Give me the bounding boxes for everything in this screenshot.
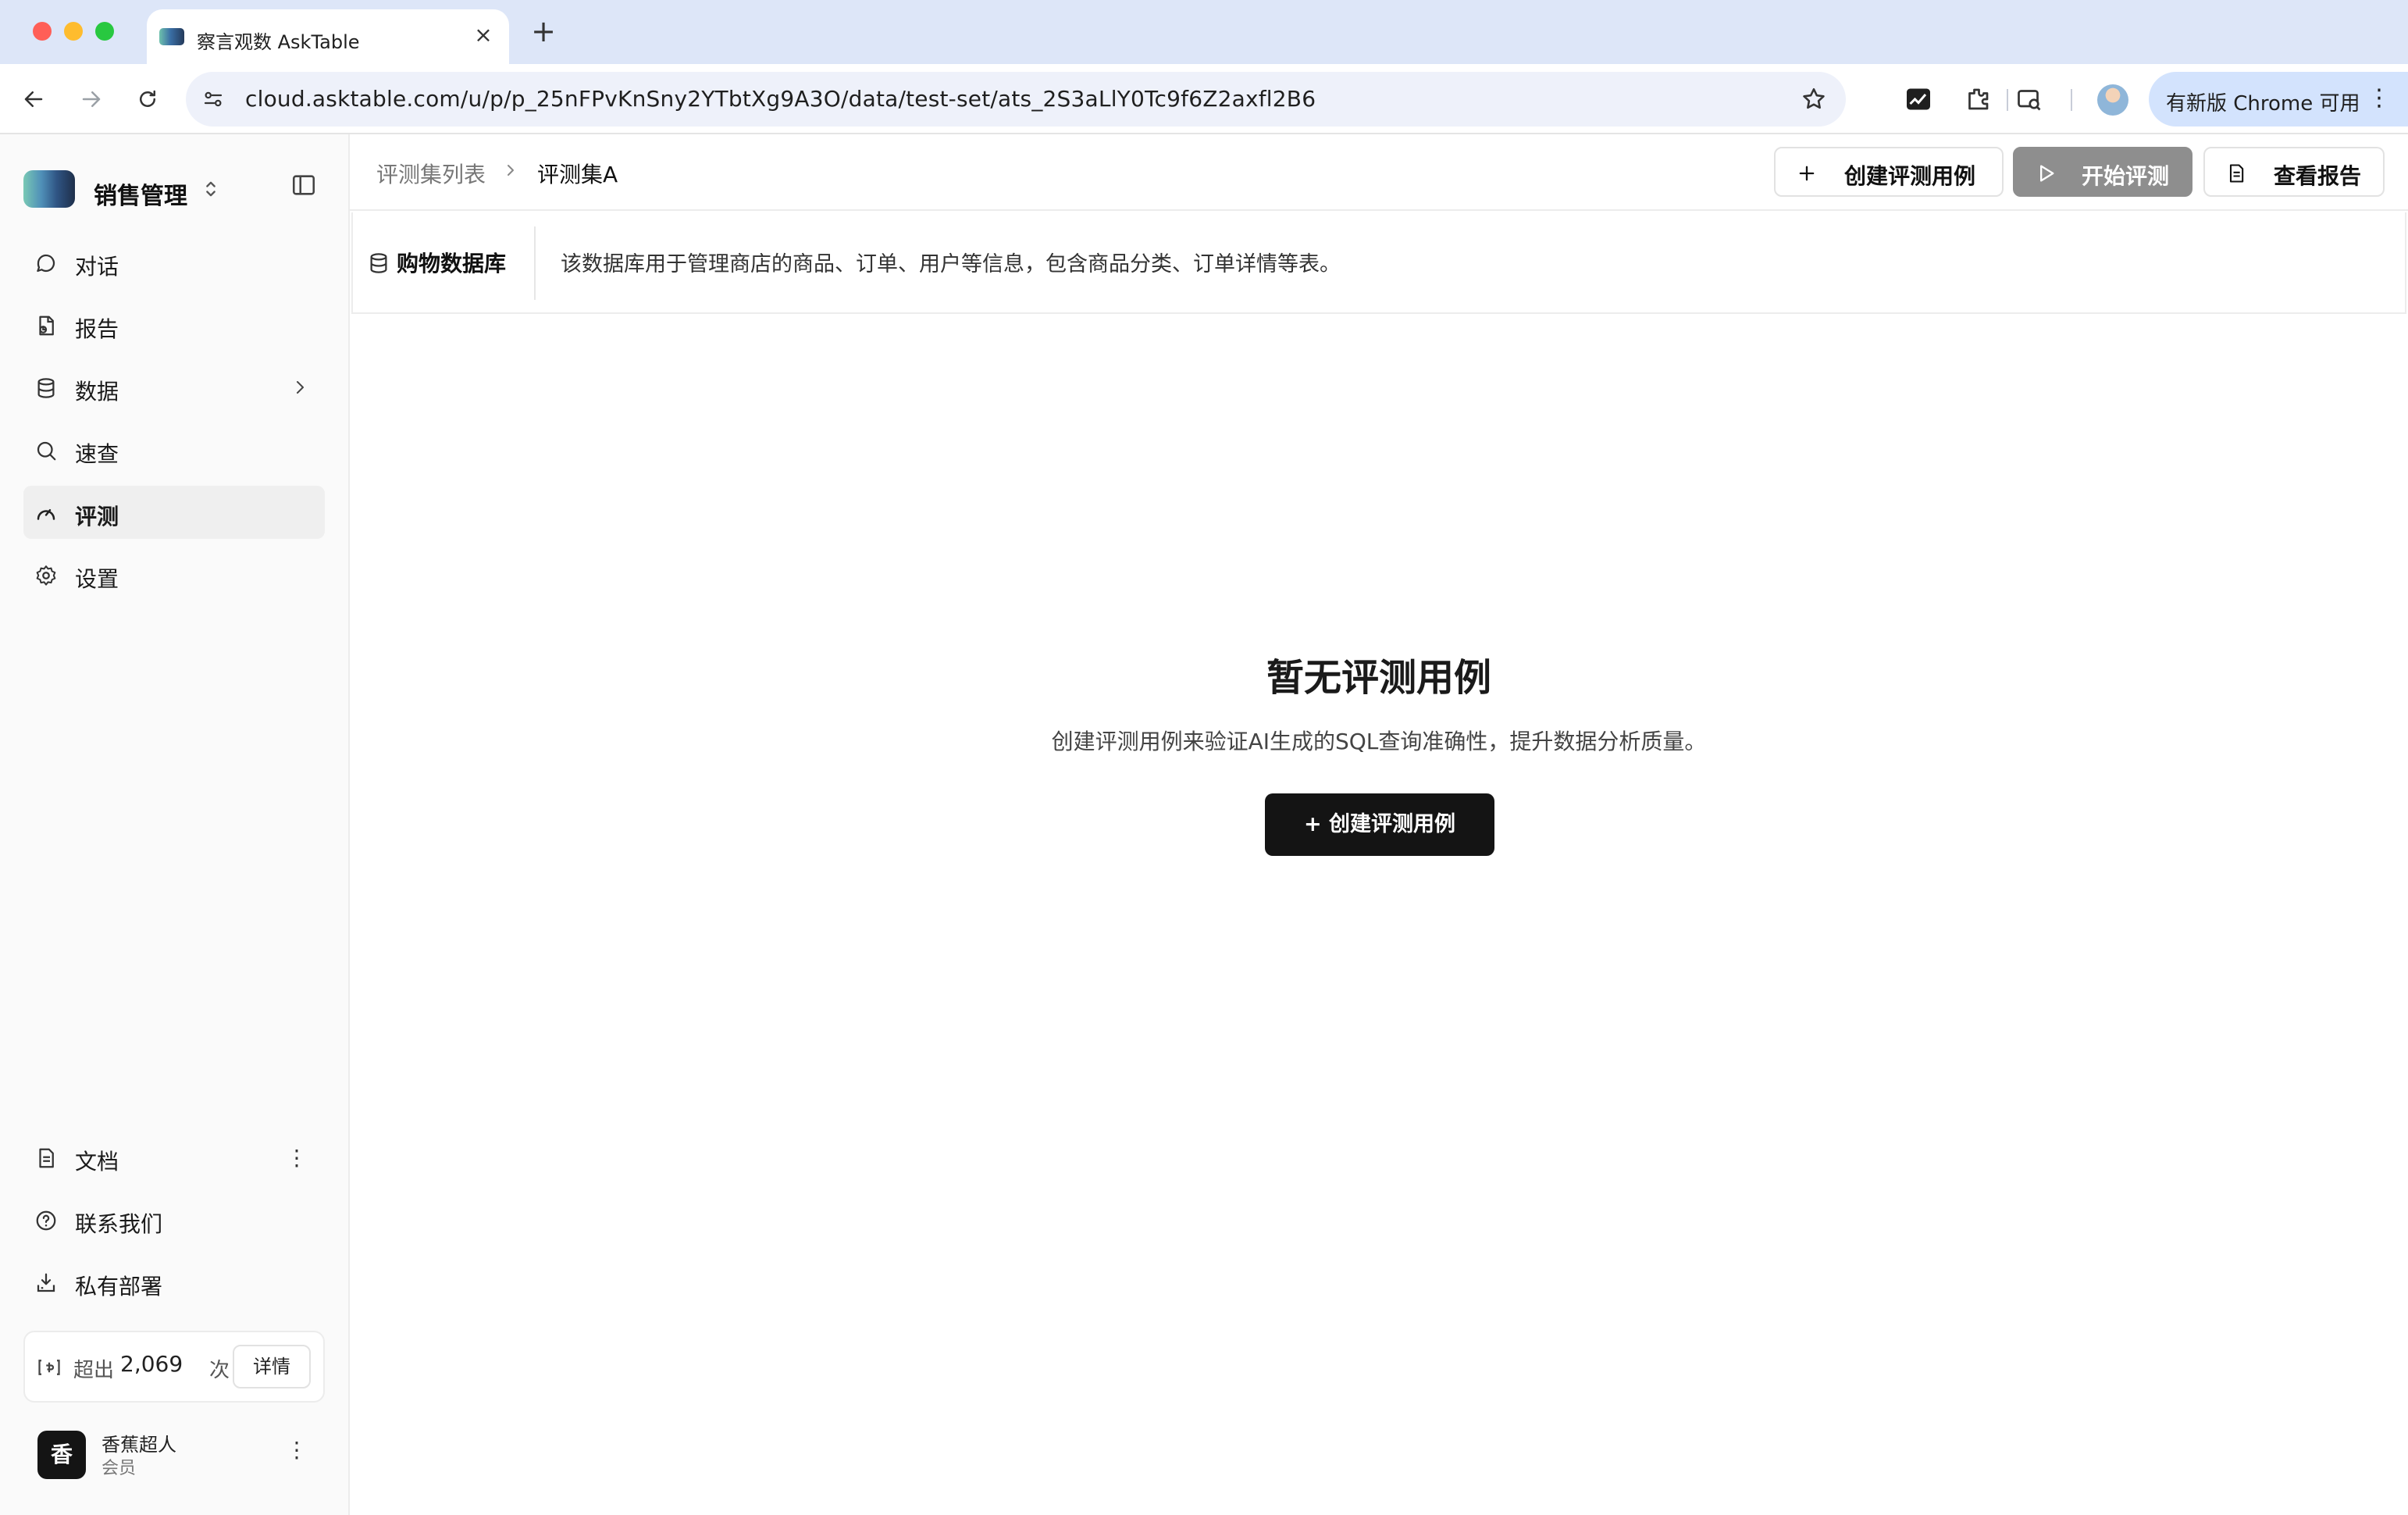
breadcrumb-chevron-icon <box>508 165 514 176</box>
toolbar-divider <box>2071 89 2072 111</box>
button-label: 创建评测用例 <box>1844 163 1976 189</box>
breadcrumb-current: 评测集A <box>537 162 618 187</box>
menu-kebab-icon[interactable]: ⋮ <box>2367 84 2391 112</box>
chevron-right-icon <box>297 381 304 394</box>
view-report-button[interactable]: 查看报告 <box>2203 147 2385 197</box>
document-icon <box>39 1148 54 1168</box>
chrome-update-button[interactable]: 有新版 Chrome 可用 ⋮ <box>2149 72 2408 127</box>
quota-label: 超出 <box>73 1359 115 1382</box>
browser-toolbar: cloud.asktable.com/u/p/p_25nFPvKnSny2YTb… <box>0 64 2408 134</box>
button-label: 开始评测 <box>2082 163 2170 189</box>
datasource-description: 该数据库用于管理商店的商品、订单、用户等信息，包含商品分类、订单详情等表。 <box>561 252 1341 276</box>
user-role: 会员 <box>102 1459 137 1478</box>
document-icon <box>2229 164 2244 183</box>
sidebar-item-docs[interactable]: 文档 ⋮ <box>23 1131 325 1184</box>
main-content: 评测集列表 评测集A 创建评测用例 开始评测 查看报告 购物数据库 该数据库用于… <box>350 134 2408 1515</box>
toolbar-divider <box>2007 89 2008 111</box>
download-tray-icon <box>37 1273 55 1292</box>
datasource-name: 购物数据库 <box>397 251 507 276</box>
page-header: 评测集列表 评测集A 创建评测用例 开始评测 查看报告 <box>350 134 2408 211</box>
plus-icon <box>1799 166 1815 181</box>
sidebar-item-label: 文档 <box>75 1149 119 1175</box>
more-vertical-icon[interactable]: ⋮ <box>286 1145 308 1171</box>
workspace-logo <box>23 170 75 208</box>
sidebar-item-label: 私有部署 <box>75 1274 163 1299</box>
sidebar-item-label: 对话 <box>75 254 119 280</box>
user-name: 香蕉超人 <box>102 1434 176 1456</box>
reload-icon[interactable] <box>130 81 166 117</box>
empty-state-description: 创建评测用例来验证AI生成的SQL查询准确性，提升数据分析质量。 <box>1051 729 1707 754</box>
sidebar: 销售管理 对话 报告 数据 速查 评测 设置 文档 ⋮ 联系我们 私有部署 超出… <box>0 134 350 1515</box>
sidebar-item-settings[interactable]: 设置 <box>23 548 325 601</box>
sidebar-item-label: 设置 <box>75 566 119 592</box>
sidebar-item-label: 联系我们 <box>75 1211 163 1237</box>
quota-unit: 次 <box>209 1359 230 1382</box>
database-icon <box>37 378 55 398</box>
sidebar-item-reports[interactable]: 报告 <box>23 298 325 351</box>
sidebar-item-label: 评测 <box>75 504 119 529</box>
button-label: 查看报告 <box>2274 163 2362 189</box>
datasource-info-bar: 购物数据库 该数据库用于管理商店的商品、订单、用户等信息，包含商品分类、订单详情… <box>351 212 2406 314</box>
tab-close-icon[interactable]: × <box>472 23 495 47</box>
tab-search-icon[interactable] <box>2013 83 2046 116</box>
browser-tabstrip: 察言观数 AskTable × + <box>0 0 2408 64</box>
asktable-favicon-icon <box>159 28 184 45</box>
tab-title: 察言观数 AskTable <box>197 31 360 53</box>
breadcrumb-parent-link[interactable]: 评测集列表 <box>376 158 486 189</box>
bookmark-star-icon[interactable] <box>1801 86 1827 116</box>
address-bar[interactable]: cloud.asktable.com/u/p/p_25nFPvKnSny2YTb… <box>186 72 1846 127</box>
report-icon <box>39 315 54 336</box>
sidebar-item-evaluation[interactable]: 评测 <box>23 486 325 539</box>
sidebar-item-chat[interactable]: 对话 <box>23 236 325 289</box>
sidebar-item-data[interactable]: 数据 <box>23 361 325 414</box>
start-evaluation-button[interactable]: 开始评测 <box>2013 147 2192 197</box>
sidebar-toggle-icon[interactable] <box>290 172 317 201</box>
extensions-puzzle-icon[interactable] <box>1961 83 1994 116</box>
sidebar-item-private-deploy[interactable]: 私有部署 <box>23 1256 325 1309</box>
play-icon <box>2040 165 2054 182</box>
gear-icon <box>36 565 56 586</box>
workspace-name: 销售管理 <box>94 183 187 210</box>
empty-state-title: 暂无评测用例 <box>1266 656 1491 700</box>
site-settings-icon[interactable] <box>201 87 225 114</box>
quota-value: 2,069 <box>120 1351 183 1377</box>
browser-tab[interactable]: 察言观数 AskTable × <box>147 9 509 64</box>
sidebar-item-contact[interactable]: 联系我们 <box>23 1193 325 1246</box>
new-tab-icon[interactable]: + <box>528 16 559 47</box>
sidebar-item-quick-search[interactable]: 速查 <box>23 423 325 476</box>
avatar: 香 <box>37 1431 86 1479</box>
sidebar-item-label: 速查 <box>75 441 119 467</box>
sidebar-item-label: 数据 <box>75 379 119 405</box>
url-text: cloud.asktable.com/u/p/p_25nFPvKnSny2YTb… <box>245 86 1316 112</box>
extension-chart-icon[interactable] <box>1902 83 1935 116</box>
back-arrow-icon[interactable] <box>16 81 52 117</box>
coin-usage-icon <box>38 1360 60 1375</box>
profile-avatar[interactable] <box>2097 84 2128 116</box>
window-close-button[interactable] <box>33 22 52 41</box>
update-label: 有新版 Chrome 可用 <box>2166 92 2360 116</box>
usage-quota-card: 超出 2,069 次 详情 <box>23 1331 325 1403</box>
chevron-up-down-icon <box>200 178 222 203</box>
window-minimize-button[interactable] <box>64 22 83 41</box>
more-vertical-icon[interactable]: ⋮ <box>286 1437 308 1463</box>
help-circle-icon <box>36 1210 56 1231</box>
divider <box>534 226 536 300</box>
database-icon <box>370 253 387 273</box>
search-icon <box>37 441 56 461</box>
sidebar-item-label: 报告 <box>75 316 119 342</box>
user-profile[interactable]: 香 香蕉超人 会员 ⋮ <box>23 1415 325 1493</box>
empty-state-create-button[interactable]: + 创建评测用例 <box>1265 793 1494 856</box>
gauge-icon <box>37 509 55 520</box>
forward-arrow-icon[interactable] <box>73 81 109 117</box>
chat-bubble-icon <box>37 254 55 273</box>
quota-details-button[interactable]: 详情 <box>233 1345 311 1388</box>
window-maximize-button[interactable] <box>95 22 114 41</box>
create-test-case-button[interactable]: 创建评测用例 <box>1774 147 2004 197</box>
workspace-switcher[interactable]: 销售管理 <box>23 167 320 214</box>
